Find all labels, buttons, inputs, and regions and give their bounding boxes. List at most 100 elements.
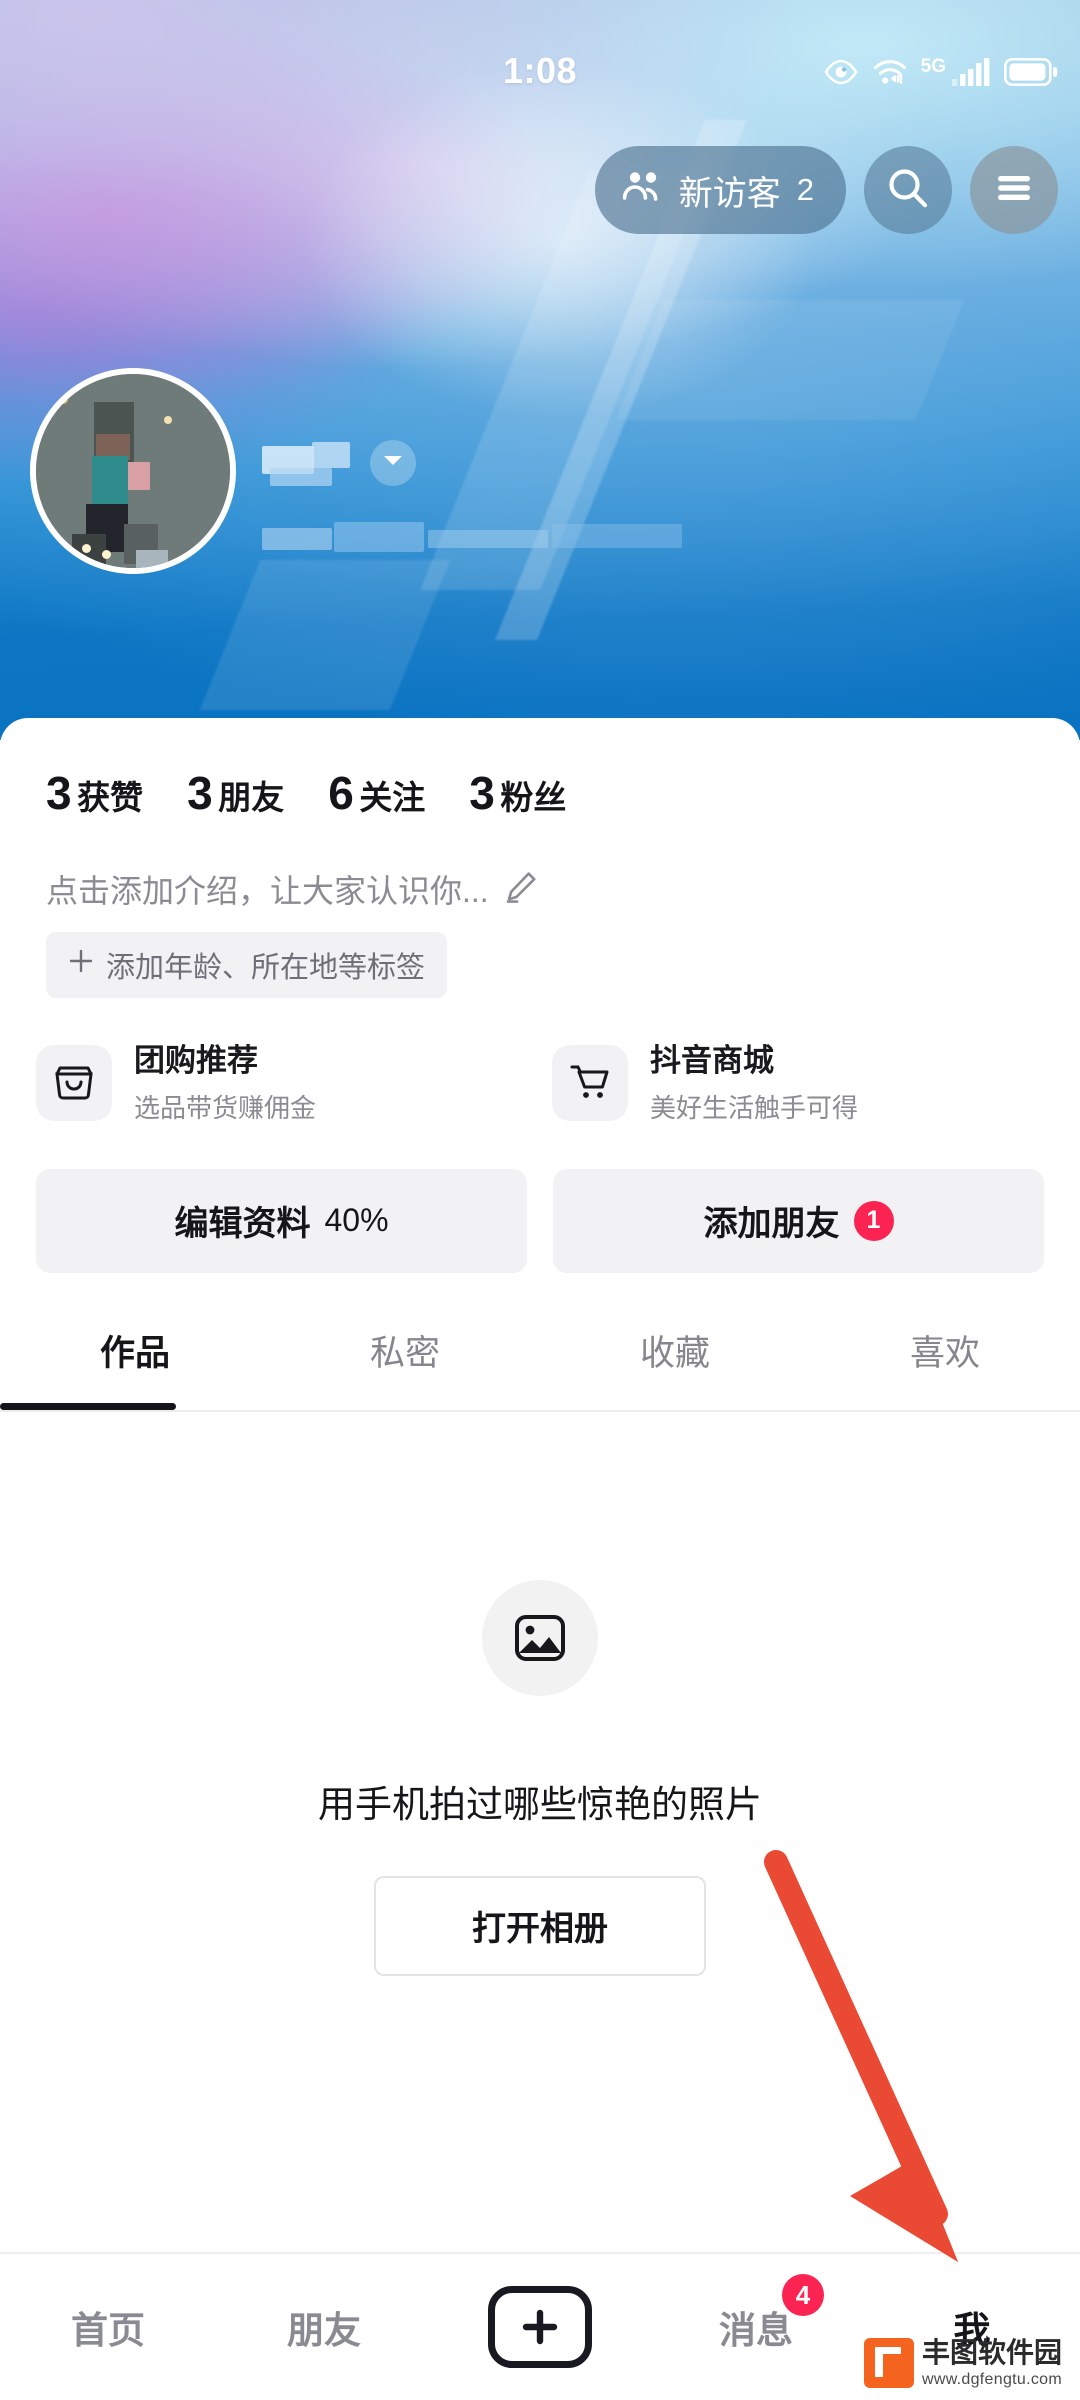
edit-profile-progress: 40% <box>324 1202 389 1239</box>
stat-label: 朋友 <box>218 779 285 816</box>
avatar[interactable] <box>30 368 236 574</box>
new-visitor-pill[interactable]: 新访客 2 <box>594 146 846 234</box>
bottom-nav-friends[interactable]: 朋友 <box>216 2300 432 2354</box>
add-tag-label: 添加年龄、所在地等标签 <box>106 952 426 984</box>
avatar-sparkle <box>102 550 111 559</box>
signal-bars-icon <box>951 57 991 92</box>
stat-value: 3 <box>46 767 72 819</box>
profile-stats: 3 获赞 3 朋友 6 关注 3 粉丝 <box>0 718 1080 820</box>
content-tabs: 作品 私密 收藏 喜欢 <box>0 1325 1080 1410</box>
avatar-mosaic-block <box>128 462 150 490</box>
network-type-label: 5G <box>920 56 946 77</box>
cover-action-row: 新访客 2 <box>594 146 1058 234</box>
stat-following[interactable]: 6 关注 <box>328 766 425 820</box>
username-row[interactable] <box>262 440 416 486</box>
bottom-nav-home[interactable]: 首页 <box>0 2300 216 2354</box>
empty-state: 用手机拍过哪些惊艳的照片 打开相册 <box>0 1412 1080 1976</box>
search-button[interactable] <box>864 146 952 234</box>
edit-profile-label: 编辑资料 <box>174 1205 311 1244</box>
promo-subtitle: 美好生活触手可得 <box>650 1092 859 1123</box>
bottom-nav-label: 首页 <box>71 2310 145 2351</box>
main-menu-button[interactable] <box>970 146 1058 234</box>
add-friend-label: 添加朋友 <box>703 1205 840 1244</box>
tab-collections[interactable]: 收藏 <box>540 1325 810 1410</box>
subtitle-mosaic-block <box>334 522 424 552</box>
tab-label: 私密 <box>369 1333 440 1373</box>
add-friend-badge: 1 <box>853 1200 894 1241</box>
username-censored <box>262 442 352 486</box>
tab-label: 作品 <box>99 1333 170 1373</box>
cover-streak <box>615 300 965 420</box>
add-tag-button[interactable]: 添加年龄、所在地等标签 <box>46 932 448 998</box>
avatar-mosaic-block <box>136 550 168 568</box>
bottom-nav-label: 朋友 <box>287 2310 361 2351</box>
avatar-sparkle <box>164 416 172 424</box>
promo-card-text: 抖音商城 美好生活触手可得 <box>650 1042 858 1125</box>
stat-label: 关注 <box>359 779 426 816</box>
username-mosaic-block <box>312 442 350 468</box>
username-dropdown-button[interactable] <box>370 440 416 486</box>
add-friend-button[interactable]: 添加朋友 1 <box>553 1168 1044 1273</box>
tab-label: 喜欢 <box>909 1333 980 1373</box>
bio-row[interactable]: 点击添加介绍，让大家认识你... <box>0 820 1080 912</box>
avatar-image[interactable] <box>30 368 236 574</box>
watermark-logo-icon <box>863 2338 914 2388</box>
active-tab-underline <box>0 1402 176 1410</box>
promo-card-text: 团购推荐 选品带货赚佣金 <box>134 1042 316 1125</box>
tab-label: 收藏 <box>639 1333 710 1373</box>
stat-label: 获赞 <box>77 779 144 816</box>
stat-value: 6 <box>328 767 354 819</box>
stat-likes[interactable]: 3 获赞 <box>46 766 143 820</box>
open-album-label: 打开相册 <box>472 1910 608 1949</box>
hamburger-menu-icon <box>992 172 1036 209</box>
promo-card-row: 团购推荐 选品带货赚佣金 抖音商城 美好生活触手可得 <box>0 998 1080 1125</box>
profile-action-row: 编辑资料 40% 添加朋友 1 <box>0 1125 1080 1273</box>
bottom-nav-messages[interactable]: 消息 4 <box>648 2274 864 2354</box>
avatar-sparkle <box>58 394 68 404</box>
watermark-url: www.dgfengtu.com <box>921 2371 1062 2388</box>
username-mosaic-block <box>270 468 332 486</box>
plus-create-icon[interactable] <box>488 2286 592 2368</box>
promo-card-group-buy[interactable]: 团购推荐 选品带货赚佣金 <box>36 1042 528 1125</box>
tab-likes[interactable]: 喜欢 <box>810 1325 1080 1410</box>
watermark-text: 丰图软件园 www.dgfengtu.com <box>922 2339 1062 2388</box>
site-watermark: 丰图软件园 www.dgfengtu.com <box>863 2338 1062 2388</box>
open-album-button[interactable]: 打开相册 <box>374 1875 706 1976</box>
wifi-icon <box>872 58 908 91</box>
stat-label: 粉丝 <box>500 779 567 816</box>
bottom-nav-create[interactable] <box>432 2286 648 2368</box>
bio-placeholder: 点击添加介绍，让大家认识你... <box>46 873 489 909</box>
promo-subtitle: 选品带货赚佣金 <box>134 1092 317 1123</box>
eye-care-icon <box>823 59 859 90</box>
profile-sheet: 3 获赞 3 朋友 6 关注 3 粉丝 点击添加介绍，让大家认识你... 添加年… <box>0 718 1080 2400</box>
status-bar: 1:08 5G <box>0 0 1080 110</box>
user-subtitle-censored <box>262 520 682 572</box>
messages-badge: 4 <box>782 2274 824 2316</box>
avatar-sparkle <box>82 544 91 553</box>
search-icon <box>885 165 931 216</box>
stat-value: 3 <box>187 767 213 819</box>
image-placeholder-icon <box>482 1579 598 1696</box>
stat-followers[interactable]: 3 粉丝 <box>469 766 566 820</box>
subtitle-mosaic-block <box>262 528 332 550</box>
people-icon <box>621 168 665 213</box>
battery-icon <box>1003 57 1058 91</box>
edit-profile-button[interactable]: 编辑资料 40% <box>36 1168 527 1273</box>
promo-title: 抖音商城 <box>650 1043 774 1078</box>
tab-works[interactable]: 作品 <box>0 1325 270 1410</box>
status-bar-icons: 5G <box>823 56 1058 92</box>
shopping-cart-icon <box>552 1045 628 1122</box>
new-visitor-count: 2 <box>796 172 814 207</box>
chevron-down-icon <box>382 454 404 473</box>
plus-icon <box>68 948 94 982</box>
pencil-icon[interactable] <box>503 869 539 910</box>
tab-private[interactable]: 私密 <box>270 1325 540 1410</box>
watermark-name: 丰图软件园 <box>921 2337 1062 2368</box>
cover-streak <box>199 560 451 710</box>
subtitle-mosaic-block <box>428 530 548 548</box>
stat-value: 3 <box>469 767 495 819</box>
subtitle-mosaic-block <box>552 524 682 548</box>
bottom-nav-label: 消息 <box>719 2310 793 2351</box>
stat-friends[interactable]: 3 朋友 <box>187 766 284 820</box>
promo-card-mall[interactable]: 抖音商城 美好生活触手可得 <box>552 1042 1044 1125</box>
